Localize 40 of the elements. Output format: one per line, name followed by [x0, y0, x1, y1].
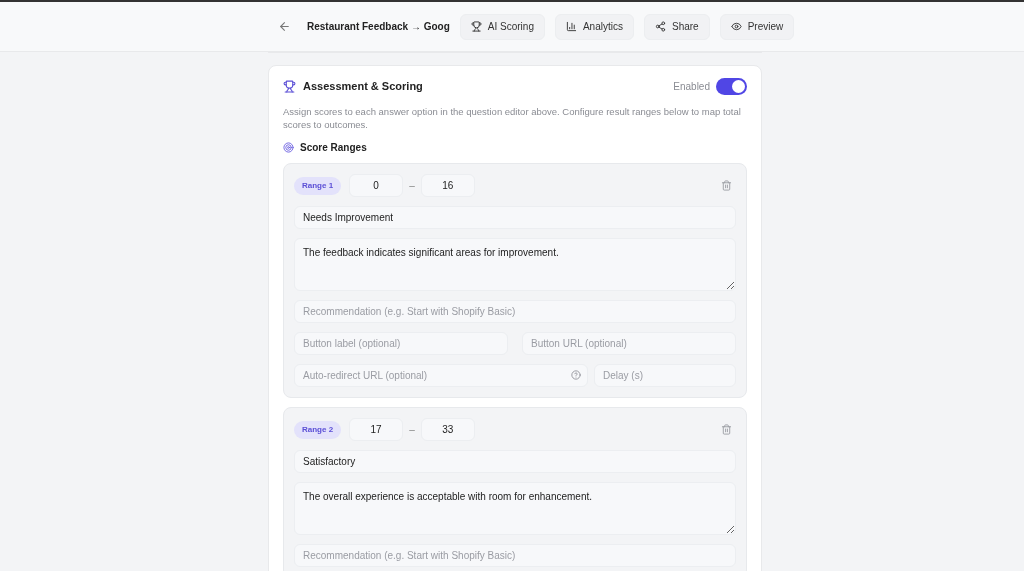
button-label-field[interactable]: Button label (optional): [294, 332, 508, 355]
toolbar-button[interactable]: Analytics: [554, 13, 634, 40]
recommendation-field[interactable]: Recommendation (e.g. Start with Shopify Basic): [294, 300, 736, 323]
toolbar-button[interactable]: AI Scoring: [459, 13, 545, 40]
min-score-field[interactable]: 17: [349, 418, 404, 441]
button-url-field[interactable]: Button URL (optional): [522, 332, 736, 355]
bar-chart-icon: [565, 21, 577, 32]
delete-button[interactable]: [721, 424, 732, 435]
toolbar-button[interactable]: Preview: [719, 13, 795, 40]
share-icon: [654, 21, 666, 32]
trash-icon: [721, 424, 732, 435]
delete-button[interactable]: [721, 180, 732, 191]
delay-field[interactable]: Delay (s): [594, 364, 736, 387]
section-title: Assessment & Scoring: [303, 79, 423, 95]
range-description-field[interactable]: The overall experience is acceptable with room for enhancement.: [294, 482, 736, 535]
redirect-url-field[interactable]: Auto-redirect URL (optional): [294, 364, 588, 387]
range-label: Range 1: [294, 176, 342, 195]
max-score-field[interactable]: 33: [420, 418, 475, 441]
min-score-field[interactable]: 0: [349, 174, 404, 197]
range-separator: –: [409, 179, 415, 193]
recommendation-field[interactable]: Recommendation (e.g. Start with Shopify Basic): [294, 544, 736, 567]
target-icon: [283, 142, 294, 153]
max-score-field[interactable]: 16: [420, 174, 475, 197]
eye-icon: [730, 21, 742, 32]
range-name-field[interactable]: Satisfactory: [294, 450, 736, 473]
range-name-field[interactable]: Needs Improvement: [294, 206, 736, 229]
range-description-field[interactable]: The feedback indicates significant areas for improvement.: [294, 238, 736, 291]
range-separator: –: [409, 423, 415, 437]
subsection-title: Score Ranges: [300, 141, 367, 155]
trophy-icon: [470, 21, 482, 32]
trash-icon: [721, 180, 732, 191]
form-title: Restaurant Feedback → Goog: [307, 20, 450, 34]
enabled-switch[interactable]: [716, 78, 747, 95]
trophy-icon: [283, 80, 296, 93]
toggle-label: Enabled: [673, 80, 710, 94]
help-icon[interactable]: [571, 370, 581, 380]
back-arrow-icon: [278, 20, 291, 33]
toolbar-button[interactable]: Share: [643, 13, 710, 40]
section-description: Assign scores to each answer option in the question editor above. Configure result ranges below to map total scores to outcomes.: [283, 105, 742, 131]
range-label: Range 2: [294, 420, 342, 439]
